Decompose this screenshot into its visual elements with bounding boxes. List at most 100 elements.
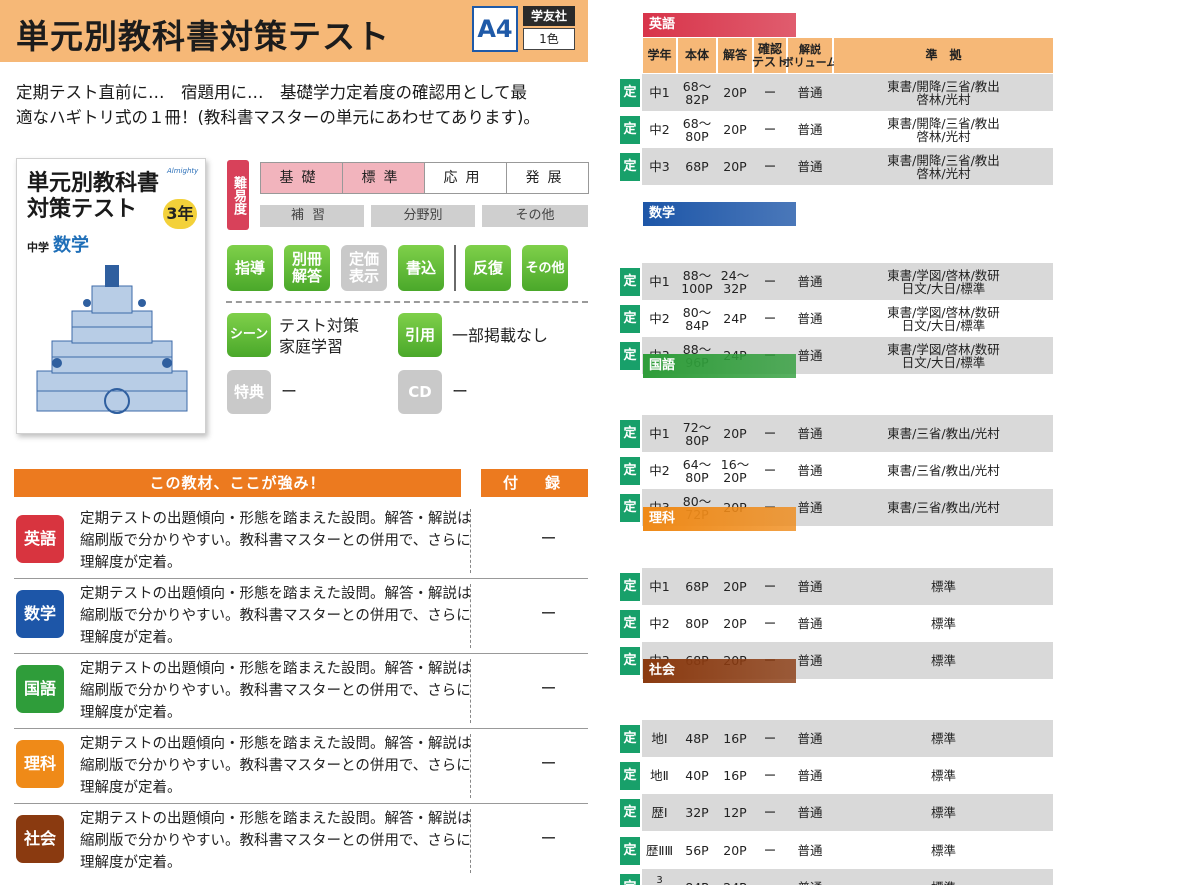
cell-grade: 中1 <box>649 85 670 100</box>
subject-section-tab: 社会 <box>643 659 796 683</box>
supplement-value: ー <box>540 529 557 548</box>
category-remedial: 補習 <box>260 205 364 227</box>
cell-grade: 歴Ⅰ <box>651 805 668 821</box>
cell-body: 84P <box>678 869 716 885</box>
cell-check-test: ー <box>763 842 777 858</box>
cell-volume: 普通 <box>797 311 823 327</box>
cover-logo: Almighty <box>167 167 199 175</box>
scene-value: テスト対策 家庭学習 <box>279 316 360 356</box>
cell-basis: 標準 <box>930 653 956 669</box>
cell-basis: 標準 <box>930 842 956 858</box>
cell-volume: 普通 <box>797 122 823 138</box>
supplement-value: ー <box>540 829 557 848</box>
cell-basis: 標準 <box>930 768 956 784</box>
intro-line: 定期テスト直前に… 宿題用に… 基礎学力定着度の確認用として最 <box>16 83 528 102</box>
cell-body: 40P <box>685 768 709 784</box>
subject-tag: 社会 <box>16 815 64 863</box>
cell-body: 80P <box>685 616 709 632</box>
cell-body: 72〜 80P <box>682 419 712 448</box>
cell-answer: 20P <box>723 842 747 858</box>
cell-check-test: ー <box>763 311 777 327</box>
cell-basis: 東書/三省/教出/光村 <box>887 500 1000 516</box>
cell-answer: 12P <box>723 805 747 821</box>
strength-row: 国語 定期テストの出題傾向・形態を踏まえた設問。解答・解説は縮刷版で分かりやすい。… <box>14 653 588 729</box>
row-divider <box>470 509 471 573</box>
cell-body: 68〜 82P <box>682 78 712 107</box>
level-advanced: 発展 <box>506 162 589 194</box>
strengths-heading: この教材、ここが強み！ <box>14 469 461 497</box>
table-row: 定中1 68P 20P ー 普通 標準 <box>620 568 1053 605</box>
cell-answer: 24P <box>718 869 752 885</box>
level-standard: 標準 <box>342 162 425 194</box>
header-grade: 学年 <box>643 38 676 73</box>
regular-tag: 定 <box>620 762 640 791</box>
table-row: 定中3 68P 20P ー 普通 東書/開降/三省/教出 啓林/光村 <box>620 148 1053 186</box>
feature-separate-answers: 別冊 解答 <box>284 245 330 291</box>
bonus-tag: 特典 <box>227 370 271 414</box>
header-check-test: 確認 テスト <box>752 38 788 73</box>
dashed-divider <box>226 301 588 303</box>
level-basic: 基礎 <box>260 162 343 194</box>
category-by-field: 分野別 <box>371 205 475 227</box>
cell-body: 56P <box>685 842 709 858</box>
cover-grade: 3年 <box>163 199 197 229</box>
supplement-value: ー <box>540 604 557 623</box>
cell-body: 32P <box>685 805 709 821</box>
cell-body: 64〜 80P <box>682 456 712 485</box>
strength-row: 理科 定期テストの出題傾向・形態を踏まえた設問。解答・解説は縮刷版で分かりやすい。… <box>14 728 588 804</box>
subject-tag: 理科 <box>16 740 64 788</box>
subject-section-tab: 英語 <box>643 13 796 37</box>
cover-illustration <box>36 265 188 414</box>
table-row: 定中2 64〜 80P 16〜 20P ー 普通 東書/三省/教出/光村 <box>620 452 1053 490</box>
row-divider <box>470 734 471 798</box>
strength-text: 定期テストの出題傾向・形態を踏まえた設問。解答・解説は縮刷版で分かりやすい。教科… <box>80 511 472 571</box>
table-row: 定中2 68〜 80P 20P ー 普通 東書/開降/三省/教出 啓林/光村 <box>620 111 1053 149</box>
cell-body: 80〜 84P <box>682 304 712 333</box>
size-badge: A4 <box>472 6 518 52</box>
cell-volume: 普通 <box>797 85 823 100</box>
cell-basis: 東書/開降/三省/教出 啓林/光村 <box>887 152 1000 181</box>
regular-tag: 定 <box>620 268 640 296</box>
row-divider <box>470 584 471 648</box>
table-row: 定中1 68〜 82P 20P ー 普通 東書/開降/三省/教出 啓林/光村 <box>620 74 1053 111</box>
cell-grade: 歴ⅡⅢ <box>645 842 674 858</box>
strength-row: 数学 定期テストの出題傾向・形態を踏まえた設問。解答・解説は縮刷版で分かりやすい。… <box>14 578 588 654</box>
quote-tag: 引用 <box>398 313 442 357</box>
cell-body: 68P <box>685 159 709 175</box>
strength-text: 定期テストの出題傾向・形態を踏まえた設問。解答・解説は縮刷版で分かりやすい。教科… <box>80 736 472 796</box>
subject-section-tab: 国語 <box>643 354 796 378</box>
feature-divider <box>454 245 456 291</box>
cell-basis: 東書/開降/三省/教出 啓林/光村 <box>887 115 1000 144</box>
cell-check-test: ー <box>763 768 777 784</box>
cell-answer: 24P <box>723 311 747 327</box>
header-basis: 準 拠 <box>834 38 1053 73</box>
table-row: 定歴Ⅰ 32P 12P ー 普通 標準 <box>620 794 1053 832</box>
feature-guidance: 指導 <box>227 245 273 291</box>
table-row: 定歴ⅡⅢ 56P 20P ー 普通 標準 <box>620 831 1053 869</box>
cd-value: ー <box>452 382 469 401</box>
cell-grade: 中2 <box>649 616 670 632</box>
supplement-heading: 付 録 <box>481 469 588 497</box>
table-row: 定中2 80P 20P ー 普通 標準 <box>620 605 1053 643</box>
cell-basis: 東書/三省/教出/光村 <box>887 426 1000 441</box>
cell-check-test: ー <box>763 731 777 746</box>
cell-answer: 16〜 20P <box>720 456 750 485</box>
cell-volume: 普通 <box>797 463 823 479</box>
cell-answer: 24〜 32P <box>720 267 750 296</box>
intro-text: 定期テスト直前に… 宿題用に… 基礎学力定着度の確認用として最 適なハギトリ式の… <box>16 80 591 130</box>
regular-tag: 定 <box>620 457 640 486</box>
regular-tag: 定 <box>620 836 640 865</box>
cd-tag: CD <box>398 370 442 414</box>
header-answer: 解答 <box>718 38 752 73</box>
cell-volume: 普通 <box>797 768 823 784</box>
cell-grade: 地Ⅰ <box>651 731 668 746</box>
cell-answer: 16P <box>723 731 747 746</box>
regular-tag: 定 <box>620 305 640 334</box>
cell-basis: 東書/学図/啓林/数研 日文/大日/標準 <box>887 341 1000 370</box>
cell-check-test: ー <box>763 274 777 289</box>
table-row: 定中1 72〜 80P 20P ー 普通 東書/三省/教出/光村 <box>620 415 1053 452</box>
cell-basis: 標準 <box>930 579 956 594</box>
cell-answer: 20P <box>723 616 747 632</box>
strength-row: 英語 定期テストの出題傾向・形態を踏まえた設問。解答・解説は縮刷版で分かりやすい。… <box>14 503 588 579</box>
cell-basis: 東書/三省/教出/光村 <box>887 463 1000 479</box>
